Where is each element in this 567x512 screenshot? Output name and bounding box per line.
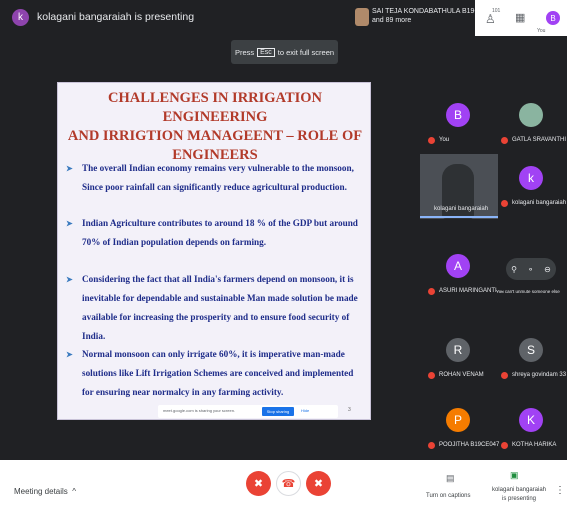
participant-avatar: K xyxy=(519,408,543,432)
mic-off-icon xyxy=(428,137,435,144)
hangup-icon: ☎ xyxy=(281,478,296,490)
participant-name: GATLA SRAVANTHI xyxy=(512,137,567,143)
presenter-avatar: k xyxy=(12,9,29,26)
mic-off-icon xyxy=(428,372,435,379)
participant-tile[interactable]: GATLA SRAVANTHI xyxy=(497,91,566,154)
sharer-more: and 89 more xyxy=(372,17,412,24)
slide-title-line: AND IRRIGTION MANAGEENT – ROLE OF xyxy=(67,128,363,144)
mic-toggle-button[interactable]: ✖ xyxy=(246,471,271,496)
people-count: 101 xyxy=(492,8,501,14)
camera-off-icon: ✖ xyxy=(313,478,324,490)
participant-name: kolagani bangaraiah xyxy=(434,206,489,212)
presenting-text: is presenting xyxy=(501,496,537,502)
slide-bullet-text: Considering the fact that all India's fa… xyxy=(82,274,358,341)
speaking-indicator xyxy=(420,216,498,218)
camera-toggle-button[interactable]: ✖ xyxy=(306,471,331,496)
mic-off-icon xyxy=(501,442,508,449)
participant-name: POOJITHA B19CE047 xyxy=(439,442,500,448)
pin-icon[interactable]: ⚲ xyxy=(511,265,517,274)
mic-off-icon xyxy=(501,200,508,207)
participant-tile[interactable]: P POOJITHA B19CE047 xyxy=(424,396,499,459)
fullscreen-press: Press xyxy=(234,47,255,57)
top-right-panel: ♙ 101 ▦ You B xyxy=(475,0,567,40)
sharer-thumbnail xyxy=(355,8,369,26)
bullet-arrow-icon: ➤ xyxy=(66,275,73,284)
participant-tile[interactable]: S shreya govindam 33 xyxy=(497,326,566,389)
participant-name: KOTHA HARIKA xyxy=(512,442,557,448)
sharer-name: SAI TEJA KONDABATHULA B19C... xyxy=(372,8,486,15)
slide-bullet-text: The overall Indian economy remains very … xyxy=(82,163,354,192)
present-now-icon[interactable]: ▣ xyxy=(510,470,519,481)
participant-tile[interactable]: A ASURI MARINGANTI ... xyxy=(424,242,503,305)
share-banner-text: meet.google.com is sharing your screen. xyxy=(163,408,236,413)
bullet-arrow-icon: ➤ xyxy=(66,164,73,173)
participant-name: kolagani bangaraiah xyxy=(512,200,567,206)
presenter-status: kolagani bangaraiah is presenting xyxy=(37,11,195,23)
meeting-details-label: Meeting details xyxy=(14,487,68,496)
participant-photo xyxy=(519,103,543,127)
slide-bullet: ➤ Considering the fact that all India's … xyxy=(66,270,362,346)
remote-mute-note: You can't unmute someone else xyxy=(496,289,560,294)
more-icon[interactable]: ⊖ xyxy=(544,265,551,274)
chat-icon[interactable]: ▦ xyxy=(515,11,525,24)
participant-tile[interactable]: B You xyxy=(424,91,493,154)
bottom-bar: Meeting details ^ ✖ ☎ ✖ ▤ Turn on captio… xyxy=(0,460,567,512)
people-icon[interactable]: ♙ xyxy=(485,12,496,26)
chevron-up-icon: ^ xyxy=(70,487,77,496)
presenting-name: kolagani bangaraiah xyxy=(491,487,547,493)
mic-off-icon: ✖ xyxy=(253,478,264,490)
slide-bullet: ➤ Indian Agriculture contributes to arou… xyxy=(66,214,362,252)
hide-banner-button[interactable]: Hide xyxy=(301,408,309,413)
esc-key: Esc xyxy=(257,47,275,57)
meeting-stage: Press Esc to exit full screen CHALLENGES… xyxy=(0,36,567,460)
participant-name: shreya govindam 33 xyxy=(512,372,567,378)
participant-tile[interactable]: k kolagani bangaraiah xyxy=(497,154,566,217)
stop-sharing-button[interactable]: Stop sharing xyxy=(262,407,294,416)
slide-title-line: CHALLENGES IN IRRIGATION ENGINEERING xyxy=(107,90,323,125)
participant-avatar: R xyxy=(446,338,470,362)
participant-avatar: B xyxy=(446,103,470,127)
fullscreen-hint: Press Esc to exit full screen xyxy=(231,40,338,64)
participant-avatar: S xyxy=(519,338,543,362)
slide-bullet: ➤ Normal monsoon can only irrigate 60%, … xyxy=(66,345,362,402)
participant-avatar: A xyxy=(446,254,470,278)
bullet-arrow-icon: ➤ xyxy=(66,350,73,359)
presentation-slide: CHALLENGES IN IRRIGATION ENGINEERING AND… xyxy=(57,82,371,420)
tile-hover-controls: ⚲ ⚬ ⊖ xyxy=(506,258,556,280)
participant-name: ROHAN VENAM xyxy=(439,372,484,378)
more-options-icon[interactable]: ⋮ xyxy=(555,485,565,496)
mic-off-icon xyxy=(501,372,508,379)
captions-icon[interactable]: ▤ xyxy=(446,473,455,484)
you-label: You xyxy=(537,28,546,34)
slide-bullet-text: Normal monsoon can only irrigate 60%, it… xyxy=(82,349,354,397)
bullet-arrow-icon: ➤ xyxy=(66,219,73,228)
slide-bullet-text: Indian Agriculture contributes to around… xyxy=(82,218,358,247)
presenting-status[interactable]: kolagani bangaraiah is presenting xyxy=(491,486,547,504)
participant-avatar: P xyxy=(446,408,470,432)
captions-button-label[interactable]: Turn on captions xyxy=(426,493,470,499)
mic-off-icon xyxy=(428,442,435,449)
meeting-details-button[interactable]: Meeting details ^ xyxy=(14,487,76,496)
participant-tile[interactable]: R ROHAN VENAM xyxy=(424,326,493,389)
sharer-info[interactable]: SAI TEJA KONDABATHULA B19C... and 89 mor… xyxy=(372,7,485,25)
slide-title: CHALLENGES IN IRRIGATION ENGINEERING AND… xyxy=(58,89,370,165)
self-avatar[interactable]: B xyxy=(546,11,560,25)
mic-off-icon xyxy=(501,137,508,144)
fullscreen-rest: to exit full screen xyxy=(277,47,335,57)
slide-bullet: ➤ The overall Indian economy remains ver… xyxy=(66,159,362,197)
mute-icon[interactable]: ⚬ xyxy=(527,265,534,274)
mic-off-icon xyxy=(428,288,435,295)
participant-name: ASURI MARINGANTI ... xyxy=(439,288,504,294)
leave-call-button[interactable]: ☎ xyxy=(276,471,301,496)
participant-tile[interactable]: K KOTHA HARIKA xyxy=(497,396,566,459)
screen-share-banner: meet.google.com is sharing your screen. … xyxy=(158,405,338,418)
active-speaker-tile[interactable]: kolagani bangaraiah xyxy=(420,154,498,219)
slide-page-number: 3 xyxy=(348,407,351,413)
participant-name: You xyxy=(439,137,450,143)
participant-avatar: k xyxy=(519,166,543,190)
